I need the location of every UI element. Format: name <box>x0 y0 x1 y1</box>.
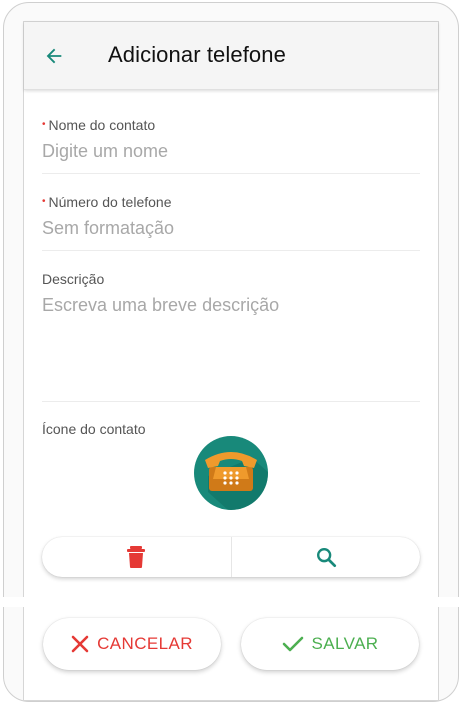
cancel-button[interactable]: CANCELAR <box>43 618 221 670</box>
cancel-label: CANCELAR <box>97 634 193 653</box>
save-label: SALVAR <box>311 634 379 653</box>
contact-icon-field: Ícone do contato <box>42 421 422 437</box>
app-bar: Adicionar telefone <box>24 22 438 90</box>
phone-number-field: • Número do telefone <box>42 194 422 239</box>
divider <box>42 173 420 174</box>
back-button[interactable] <box>38 40 70 72</box>
required-marker: • <box>42 196 46 207</box>
close-icon <box>71 635 89 653</box>
search-icon-button[interactable] <box>230 537 421 577</box>
search-icon <box>316 548 336 568</box>
phone-number-label-text: Número do telefone <box>48 194 172 210</box>
contact-name-label: • Nome do contato <box>42 117 422 133</box>
description-input[interactable] <box>42 295 422 375</box>
description-field: Descrição <box>42 271 422 375</box>
save-button[interactable]: SALVAR <box>241 618 419 670</box>
icon-actions <box>42 537 420 577</box>
description-label: Descrição <box>42 271 105 287</box>
check-icon <box>282 636 303 652</box>
contact-name-input[interactable] <box>42 141 422 162</box>
contact-icon-label: Ícone do contato <box>42 421 146 437</box>
divider <box>42 250 420 251</box>
telephone-icon[interactable] <box>194 436 268 510</box>
phone-number-label: • Número do telefone <box>42 194 422 210</box>
contact-name-label-text: Nome do contato <box>48 117 156 133</box>
delete-icon-button[interactable] <box>42 537 231 577</box>
divider <box>42 401 420 402</box>
arrow-left-icon <box>46 48 62 64</box>
contact-name-field: • Nome do contato <box>42 117 422 162</box>
page-title: Adicionar telefone <box>108 42 286 67</box>
required-marker: • <box>42 119 46 130</box>
screen-gap <box>0 597 462 607</box>
trash-icon <box>127 546 146 568</box>
phone-number-input[interactable] <box>42 218 422 239</box>
